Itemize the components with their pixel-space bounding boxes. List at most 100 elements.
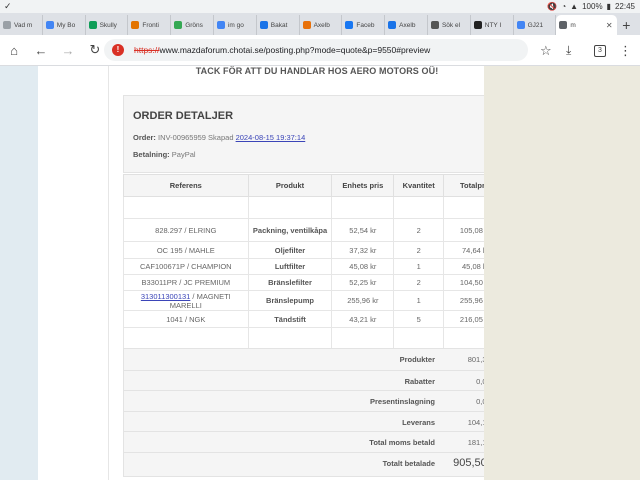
- ref-link[interactable]: 313011300131: [141, 292, 191, 301]
- tab-label: NTY I: [484, 21, 502, 29]
- cell-unit: 255,96 kr: [331, 290, 395, 311]
- table-spacer-row: [123, 327, 508, 350]
- cell-qty: 2: [393, 274, 445, 291]
- browser-tab[interactable]: Sök el: [428, 15, 471, 35]
- forward-button[interactable]: →: [55, 37, 81, 63]
- download-icon[interactable]: ⤓: [566, 43, 571, 58]
- cell-product: Luftfilter: [247, 258, 333, 275]
- bookmark-icon: [259, 21, 268, 29]
- col-header-product: Produkt: [247, 174, 333, 197]
- order-label: Order:: [133, 133, 156, 142]
- leaf-icon: [174, 21, 183, 29]
- browser-tab[interactable]: Fronti: [128, 15, 172, 35]
- totals-label: Totalt betalade: [382, 458, 435, 468]
- totals-row: Totalt betalade 905,50 kr: [124, 451, 507, 476]
- thank-you-heading: TACK FÖR ATT DU HANDLAR HOS AERO MOTORS …: [195, 66, 439, 76]
- browser-tab[interactable]: Axelb: [385, 15, 428, 35]
- close-icon[interactable]: ✕: [606, 21, 613, 30]
- tab-count-button[interactable]: 3: [594, 45, 606, 57]
- page-icon: [473, 21, 482, 29]
- table-row: OC 195 / MAHLE Oljefilter 37,32 kr 2 74,64 k…: [123, 241, 508, 259]
- silent-icon: 🔇: [547, 2, 558, 11]
- tab-label: Vad m: [14, 21, 33, 29]
- star-icon: [88, 21, 97, 29]
- back-button[interactable]: ←: [28, 37, 54, 63]
- tab-label: Sök el: [441, 21, 461, 29]
- arrow-left-icon: ←: [34, 42, 48, 58]
- tab-label: im go: [227, 21, 244, 29]
- table-row: 1041 / NGK Tändstift 43,21 kr 5 216,05 kr: [123, 310, 508, 328]
- browser-tab[interactable]: GJ21: [514, 15, 557, 35]
- page-icon: [3, 21, 11, 29]
- cell-product: Packning, ventilkåpa: [247, 218, 333, 242]
- right-sidebar: [484, 66, 640, 480]
- status-bar: ✓ 🔇 ◔ ▲ 100% ▮ 22:45: [0, 0, 640, 13]
- tab-strip: Vad m My Bo Skully Fronti Gröns im go Bakat Axe…: [0, 13, 640, 35]
- table-row: B33011PR / JC PREMIUM Bränslefilter 52,25 …: [123, 274, 508, 291]
- order-number: INV-00965959 Skapad: [158, 133, 234, 142]
- cell-ref: CAF100671P / CHAMPION: [123, 258, 249, 275]
- more-menu-icon[interactable]: ⋮: [619, 43, 632, 59]
- browser-toolbar: ⌂ ← → ↻ ! https://www.mazdaforum.chotai.…: [0, 35, 640, 66]
- table-row: 313011300131 / MAGNETI MARELLI Bränslepum…: [123, 290, 508, 311]
- cell-ref: 828.297 / ELRING: [123, 218, 249, 242]
- col-header-unit-price: Enhets pris: [331, 174, 395, 197]
- battery-icon: ▮: [606, 2, 611, 11]
- cell-ref: 1041 / NGK: [123, 310, 249, 328]
- items-table: Referens Produkt Enhets pris Kvantitet T…: [123, 174, 508, 350]
- browser-tab[interactable]: im go: [214, 15, 257, 35]
- tab-label: Axelb: [399, 21, 416, 29]
- browser-tab[interactable]: Faceb: [342, 15, 386, 35]
- cell-qty: 1: [393, 290, 445, 311]
- new-tab-button[interactable]: +: [617, 15, 636, 35]
- browser-tab[interactable]: NTY I: [471, 15, 514, 35]
- table-spacer-row: [123, 196, 508, 219]
- cell-product: Bränslefilter: [247, 274, 333, 291]
- url-text[interactable]: https://www.mazdaforum.chotai.se/posting…: [134, 45, 430, 55]
- browser-tab[interactable]: m ✕: [556, 15, 617, 35]
- tab-label: Axelb: [313, 21, 330, 29]
- browser-tab[interactable]: Skully: [86, 15, 129, 35]
- totals-label: Leverans: [402, 417, 435, 427]
- totals-row: Produkter801,33 kr: [124, 349, 507, 370]
- arrow-right-icon: →: [61, 42, 75, 58]
- clock: 22:45: [614, 2, 635, 11]
- google-icon: [516, 21, 525, 29]
- tab-label: m: [570, 21, 576, 29]
- col-header-ref: Referens: [123, 174, 249, 197]
- totals-label: Presentinslagning: [369, 397, 435, 406]
- globe-icon: [559, 21, 568, 29]
- google-icon: [216, 21, 225, 29]
- home-icon: ⌂: [10, 42, 18, 58]
- reload-icon: ↻: [89, 42, 101, 57]
- browser-tab[interactable]: Axelb: [300, 15, 343, 35]
- cell-product: Tändstift: [247, 310, 333, 328]
- payment-label: Betalning:: [133, 150, 170, 159]
- tab-label: Skully: [99, 21, 117, 29]
- address-bar[interactable]: ! https://www.mazdaforum.chotai.se/posti…: [104, 39, 528, 61]
- cell-product: Bränslepump: [247, 290, 333, 311]
- bookmark-star-icon[interactable]: ☆: [540, 43, 552, 59]
- totals-row: Total moms betald181,10 kr: [124, 431, 507, 452]
- cell-qty: 2: [393, 218, 445, 242]
- browser-tab[interactable]: My Bo: [43, 15, 86, 35]
- tab-label: Faceb: [356, 21, 375, 29]
- tab-label: Bakat: [270, 21, 288, 29]
- browser-tab[interactable]: Bakat: [257, 15, 300, 35]
- payment-line: Betalning: PayPal: [133, 150, 196, 159]
- cell-unit: 52,54 kr: [331, 218, 395, 242]
- totals-label: Produkter: [399, 355, 435, 364]
- browser-tab[interactable]: Gröns: [171, 15, 214, 35]
- page-icon: [430, 21, 439, 29]
- cell-qty: 1: [393, 258, 445, 275]
- not-secure-icon[interactable]: !: [112, 44, 124, 56]
- payment-value: PayPal: [171, 150, 196, 159]
- browser-tab[interactable]: Vad m: [0, 15, 43, 35]
- cell-product: Oljefilter: [247, 241, 333, 259]
- url-scheme: https://: [134, 45, 160, 55]
- totals-row: Leverans104,17 kr: [124, 410, 507, 432]
- totals-label: Rabatter: [404, 376, 435, 386]
- order-date-link[interactable]: 2024-08-15 19:37:14: [236, 133, 306, 142]
- home-button[interactable]: ⌂: [1, 37, 27, 63]
- order-line: Order: INV-00965959 Skapad 2024-08-15 19…: [133, 133, 305, 142]
